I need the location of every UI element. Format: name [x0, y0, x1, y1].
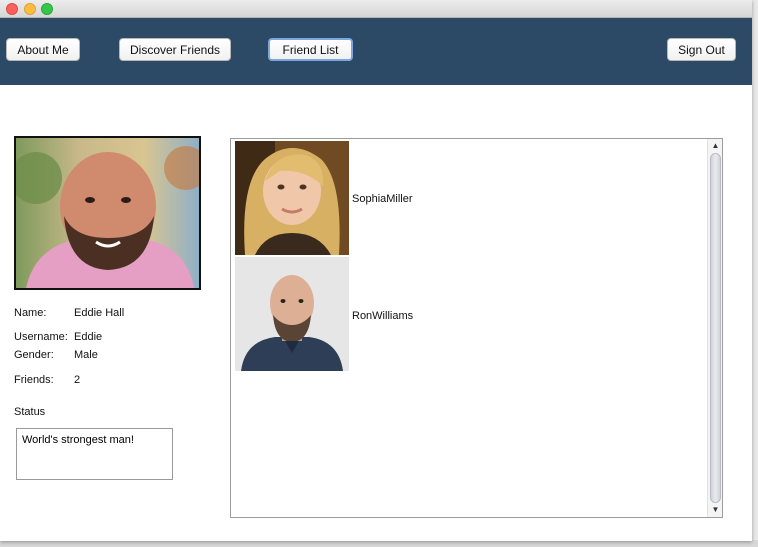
scroll-down-icon[interactable]: ▼ — [708, 504, 722, 516]
profile-photo-image — [16, 138, 199, 288]
window-minimize-button[interactable] — [24, 3, 36, 15]
profile-photo — [14, 136, 201, 290]
status-label: Status — [14, 406, 46, 418]
window-close-button[interactable] — [6, 3, 18, 15]
friend-list-item[interactable]: SophiaMiller — [235, 141, 705, 255]
gender-value: Male — [74, 349, 98, 361]
friend-name: RonWilliams — [352, 310, 414, 322]
desktop-background — [752, 0, 758, 547]
desktop-background-bottom — [0, 540, 758, 547]
about-me-button[interactable]: About Me — [6, 38, 80, 61]
friend-photo — [235, 257, 349, 371]
scrollbar-thumb[interactable] — [710, 153, 721, 503]
friend-list-button[interactable]: Friend List — [268, 38, 353, 61]
friend-list-scrollbar[interactable]: ▲ ▼ — [707, 139, 722, 517]
discover-friends-button[interactable]: Discover Friends — [119, 38, 231, 61]
status-textbox[interactable]: World's strongest man! — [16, 428, 173, 480]
gender-label: Gender: — [14, 349, 54, 361]
window-titlebar — [0, 0, 752, 18]
friends-count: 2 — [74, 374, 81, 386]
name-value: Eddie Hall — [74, 307, 125, 319]
friend-photo — [235, 141, 349, 255]
username-value: Eddie — [74, 331, 103, 343]
friend-name: SophiaMiller — [352, 193, 413, 205]
friend-list-panel[interactable]: SophiaMiller RonWilliams ▲ ▼ — [230, 138, 723, 518]
sign-out-button[interactable]: Sign Out — [667, 38, 736, 61]
friends-label: Friends: — [14, 374, 54, 386]
username-label: Username: — [14, 331, 68, 343]
app-window: About Me Discover Friends Friend List Si… — [0, 0, 752, 541]
name-label: Name: — [14, 307, 47, 319]
friend-list-item[interactable]: RonWilliams — [235, 257, 705, 371]
friend-photo-image — [235, 141, 349, 255]
top-navigation-bar: About Me Discover Friends Friend List Si… — [0, 18, 752, 85]
friend-photo-image — [235, 257, 349, 371]
scroll-up-icon[interactable]: ▲ — [708, 140, 722, 152]
window-maximize-button[interactable] — [41, 3, 53, 15]
